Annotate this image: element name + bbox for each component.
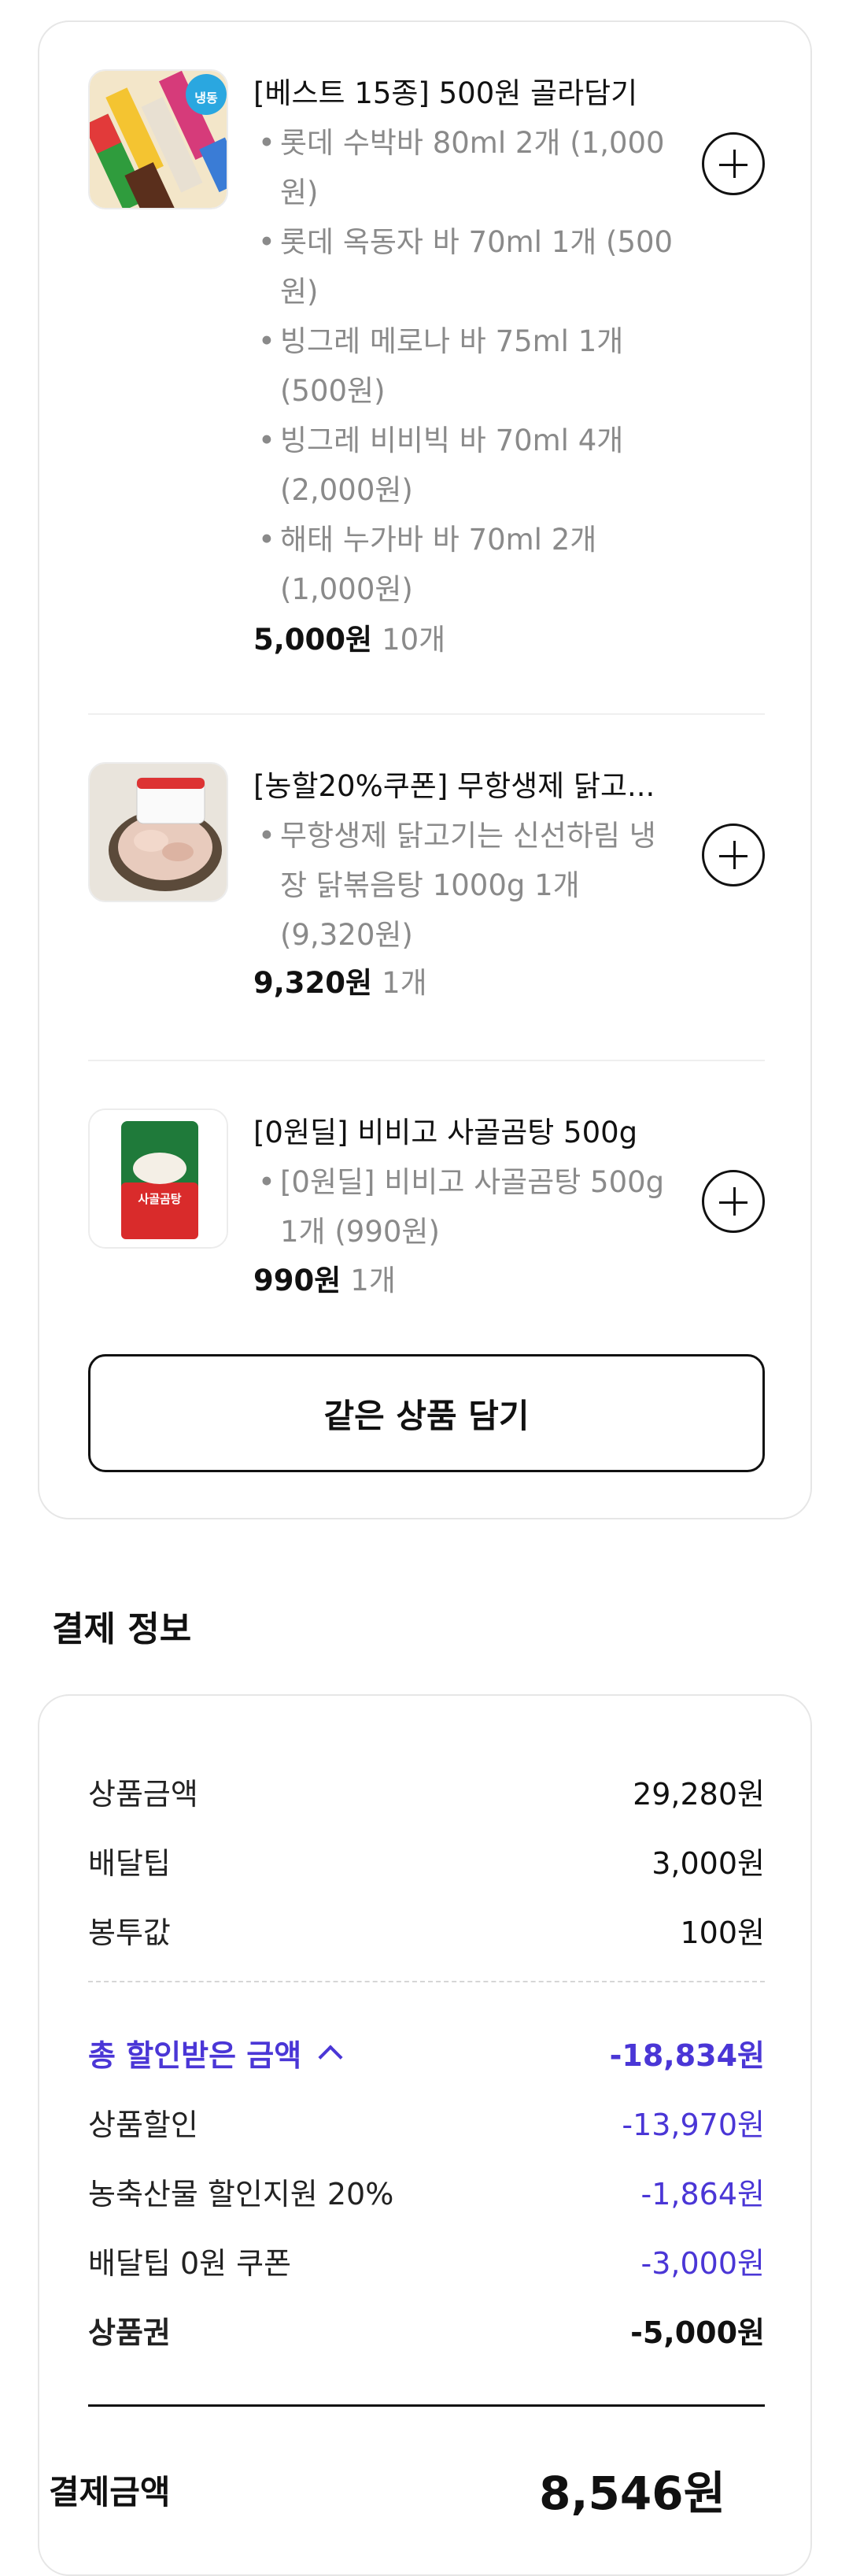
row-value: -1,864원 — [640, 2176, 765, 2211]
order-item: [농할20%쿠폰] 무항생제 닭고... 무항생제 닭고기는 신선하림 냉장 닭… — [88, 762, 765, 1006]
svg-text:냉동: 냉동 — [194, 91, 218, 105]
item-price-row: 9,320원 1개 — [253, 959, 427, 1008]
row-label: 상품권 — [88, 2315, 171, 2350]
item-price: 990원 — [253, 1264, 341, 1297]
item-price-row: 5,000원 10개 — [253, 616, 445, 664]
payment-row-subtotal: 상품금액 29,280원 — [88, 1764, 765, 1819]
item-price: 9,320원 — [253, 966, 373, 1000]
item-option: 빙그레 비비빅 바 70ml 4개 (2,000원) — [253, 416, 678, 515]
order-item: 사골곰탕 [0원딜] 비비고 사골곰탕 500g [0원딜] 비비고 사골곰탕 … — [88, 1108, 765, 1321]
row-label: 상품금액 — [88, 1776, 198, 1812]
item-title: [농할20%쿠폰] 무항생제 닭고... — [253, 769, 655, 803]
final-payment-row: 결제금액 8,546원 — [49, 2450, 725, 2529]
item-options: 롯데 수박바 80ml 2개 (1,000원) 롯데 옥동자 바 70ml 1개… — [253, 118, 678, 614]
order-item: 냉동 [베스트 15종] 500원 골라담기 롯데 수박바 80ml 2개 (1… — [88, 69, 765, 691]
discount-row: 배달팁 0원 쿠폰 -3,000원 — [88, 2233, 765, 2288]
row-label: 상품할인 — [88, 2107, 198, 2142]
item-option: 빙그레 메로나 바 75ml 1개 (500원) — [253, 316, 678, 416]
item-option: 롯데 옥동자 바 70ml 1개 (500원) — [253, 217, 678, 316]
payment-info-heading: 결제 정보 — [52, 1609, 192, 1649]
voucher-row: 상품권 -5,000원 — [88, 2302, 765, 2357]
row-value: -3,000원 — [640, 2245, 765, 2281]
row-value: -18,834원 — [609, 2037, 765, 2073]
final-payment-label: 결제금액 — [49, 2472, 171, 2511]
add-item-button[interactable] — [702, 824, 765, 886]
discount-row: 농축산물 할인지원 20% -1,864원 — [88, 2163, 765, 2219]
dashed-divider — [88, 1981, 765, 1982]
item-quantity: 1개 — [382, 966, 427, 1000]
item-price: 5,000원 — [253, 623, 373, 657]
row-value: -13,970원 — [622, 2107, 765, 2142]
item-options: 무항생제 닭고기는 신선하림 냉장 닭볶음탕 1000g 1개 (9,320원) — [253, 811, 678, 960]
row-value: 29,280원 — [633, 1776, 765, 1812]
row-label: 총 할인받은 금액 — [88, 2031, 343, 2074]
order-items-card: 냉동 [베스트 15종] 500원 골라담기 롯데 수박바 80ml 2개 (1… — [38, 20, 812, 1519]
chevron-up-icon — [318, 2045, 343, 2070]
discount-row: 상품할인 -13,970원 — [88, 2094, 765, 2149]
payment-row-delivery-tip: 배달팁 3,000원 — [88, 1833, 765, 1888]
item-option: 해태 누가바 바 70ml 2개 (1,000원) — [253, 515, 678, 614]
item-price-row: 990원 1개 — [253, 1257, 396, 1305]
payment-info-card: 상품금액 29,280원 배달팁 3,000원 봉투값 100원 총 할인받은 … — [38, 1694, 812, 2576]
item-title: [베스트 15종] 500원 골라담기 — [253, 76, 638, 110]
row-label: 농축산물 할인지원 20% — [88, 2176, 394, 2211]
item-image-icecream: 냉동 — [88, 69, 228, 209]
total-divider — [88, 2404, 765, 2407]
item-divider — [88, 713, 765, 715]
item-option: 롯데 수박바 80ml 2개 (1,000원) — [253, 118, 678, 217]
add-item-button[interactable] — [702, 132, 765, 195]
row-value: -5,000원 — [630, 2315, 765, 2350]
row-value: 100원 — [680, 1915, 766, 1950]
item-divider — [88, 1060, 765, 1061]
add-same-items-button[interactable]: 같은 상품 담기 — [88, 1354, 765, 1472]
item-title: [0원딜] 비비고 사골곰탕 500g — [253, 1116, 638, 1149]
final-payment-value: 8,546원 — [539, 2467, 725, 2520]
svg-text:사골곰탕: 사골곰탕 — [138, 1192, 181, 1206]
row-label: 봉투값 — [88, 1915, 171, 1950]
item-image-soup: 사골곰탕 — [88, 1108, 228, 1249]
row-value: 3,000원 — [652, 1845, 765, 1881]
item-option: 무항생제 닭고기는 신선하림 냉장 닭볶음탕 1000g 1개 (9,320원) — [253, 811, 678, 960]
payment-row-bag-fee: 봉투값 100원 — [88, 1902, 765, 1957]
add-item-button[interactable] — [702, 1170, 765, 1233]
item-quantity: 1개 — [350, 1264, 396, 1297]
item-quantity: 10개 — [382, 623, 446, 657]
item-image-chicken — [88, 762, 228, 902]
row-label: 배달팁 — [88, 1845, 171, 1881]
item-option: [0원딜] 비비고 사골곰탕 500g 1개 (990원) — [253, 1157, 678, 1257]
row-label: 배달팁 0원 쿠폰 — [88, 2245, 292, 2281]
item-options: [0원딜] 비비고 사골곰탕 500g 1개 (990원) — [253, 1157, 678, 1257]
total-discount-toggle[interactable]: 총 할인받은 금액 -18,834원 — [88, 2025, 765, 2080]
